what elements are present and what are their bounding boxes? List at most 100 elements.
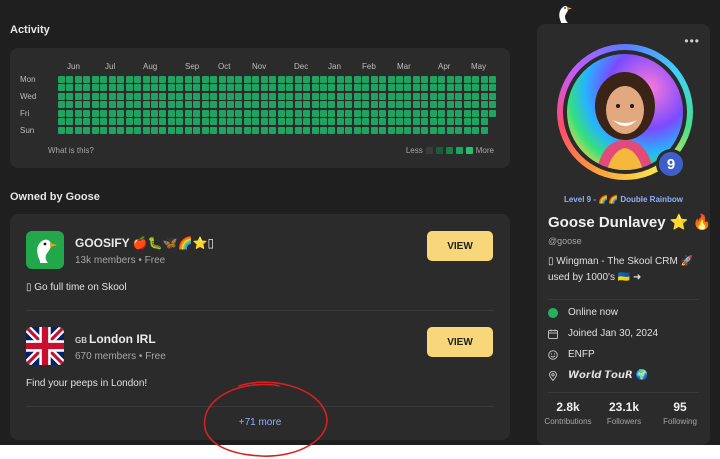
- activity-cell[interactable]: [303, 76, 311, 83]
- activity-cell[interactable]: [83, 84, 91, 92]
- activity-cell[interactable]: [345, 76, 353, 83]
- activity-cell[interactable]: [404, 76, 412, 83]
- activity-cell[interactable]: [319, 126, 327, 134]
- activity-cell[interactable]: [252, 126, 260, 134]
- activity-cell[interactable]: [252, 92, 260, 100]
- activity-cell[interactable]: [252, 101, 260, 109]
- activity-cell[interactable]: [438, 118, 446, 126]
- activity-cell[interactable]: [243, 84, 251, 92]
- activity-cell[interactable]: [218, 101, 226, 109]
- activity-cell[interactable]: [480, 109, 488, 117]
- activity-cell[interactable]: [438, 109, 446, 117]
- activity-cell[interactable]: [455, 109, 463, 117]
- activity-cell[interactable]: [150, 84, 158, 92]
- activity-cell[interactable]: [429, 109, 437, 117]
- activity-cell[interactable]: [83, 76, 91, 83]
- activity-cell[interactable]: [421, 76, 429, 83]
- activity-cell[interactable]: [150, 76, 158, 83]
- activity-cell[interactable]: [260, 109, 268, 117]
- group-name[interactable]: GOOSIFY 🍎🐛🦋🌈⭐▯: [75, 236, 214, 250]
- activity-cell[interactable]: [455, 92, 463, 100]
- activity-cell[interactable]: [227, 84, 234, 92]
- activity-cell[interactable]: [446, 76, 454, 83]
- activity-cell[interactable]: [184, 101, 192, 109]
- activity-cell[interactable]: [379, 126, 387, 134]
- activity-cell[interactable]: [370, 101, 378, 109]
- activity-cell[interactable]: [319, 84, 327, 92]
- activity-cell[interactable]: [429, 76, 437, 83]
- activity-cell[interactable]: [66, 92, 74, 100]
- activity-cell[interactable]: [83, 126, 91, 134]
- activity-cell[interactable]: [227, 118, 234, 126]
- activity-cell[interactable]: [176, 76, 184, 83]
- activity-cell[interactable]: [235, 76, 243, 83]
- activity-cell[interactable]: [488, 101, 496, 109]
- activity-cell[interactable]: [117, 76, 125, 83]
- activity-cell[interactable]: [125, 109, 133, 117]
- activity-cell[interactable]: [472, 84, 480, 92]
- activity-cell[interactable]: [362, 84, 370, 92]
- activity-cell[interactable]: [243, 109, 251, 117]
- activity-cell[interactable]: [412, 118, 420, 126]
- activity-cell[interactable]: [286, 92, 294, 100]
- activity-cell[interactable]: [294, 76, 302, 83]
- activity-cell[interactable]: [235, 126, 243, 134]
- activity-cell[interactable]: [58, 92, 65, 100]
- activity-cell[interactable]: [362, 126, 370, 134]
- activity-cell[interactable]: [336, 84, 344, 92]
- activity-cell[interactable]: [412, 101, 420, 109]
- activity-cell[interactable]: [429, 126, 437, 134]
- activity-cell[interactable]: [353, 109, 361, 117]
- stat-followers[interactable]: 23.1k Followers: [596, 400, 652, 426]
- activity-cell[interactable]: [387, 118, 395, 126]
- activity-cell[interactable]: [379, 118, 387, 126]
- activity-cell[interactable]: [125, 118, 133, 126]
- activity-cell[interactable]: [125, 84, 133, 92]
- activity-cell[interactable]: [74, 126, 82, 134]
- activity-cell[interactable]: [379, 109, 387, 117]
- activity-cell[interactable]: [303, 118, 311, 126]
- activity-cell[interactable]: [294, 84, 302, 92]
- activity-cell[interactable]: [277, 109, 285, 117]
- activity-cell[interactable]: [142, 109, 150, 117]
- activity-cell[interactable]: [227, 109, 234, 117]
- activity-cell[interactable]: [176, 92, 184, 100]
- activity-cell[interactable]: [91, 126, 99, 134]
- activity-cell[interactable]: [438, 76, 446, 83]
- activity-cell[interactable]: [319, 109, 327, 117]
- activity-cell[interactable]: [379, 84, 387, 92]
- activity-cell[interactable]: [210, 101, 218, 109]
- activity-cell[interactable]: [134, 109, 142, 117]
- activity-cell[interactable]: [201, 92, 209, 100]
- activity-cell[interactable]: [412, 76, 420, 83]
- activity-cell[interactable]: [396, 84, 403, 92]
- activity-cell[interactable]: [345, 92, 353, 100]
- activity-cell[interactable]: [74, 76, 82, 83]
- activity-cell[interactable]: [286, 84, 294, 92]
- activity-cell[interactable]: [201, 109, 209, 117]
- activity-cell[interactable]: [210, 84, 218, 92]
- activity-cell[interactable]: [463, 126, 471, 134]
- activity-cell[interactable]: [463, 109, 471, 117]
- activity-cell[interactable]: [227, 76, 234, 83]
- activity-cell[interactable]: [345, 84, 353, 92]
- activity-cell[interactable]: [235, 101, 243, 109]
- activity-cell[interactable]: [429, 101, 437, 109]
- activity-cell[interactable]: [117, 118, 125, 126]
- activity-cell[interactable]: [319, 101, 327, 109]
- activity-cell[interactable]: [269, 101, 277, 109]
- activity-cell[interactable]: [150, 109, 158, 117]
- activity-cell[interactable]: [74, 118, 82, 126]
- activity-cell[interactable]: [100, 84, 108, 92]
- activity-cell[interactable]: [184, 76, 192, 83]
- activity-cell[interactable]: [345, 118, 353, 126]
- activity-cell[interactable]: [100, 92, 108, 100]
- activity-cell[interactable]: [66, 76, 74, 83]
- activity-cell[interactable]: [353, 92, 361, 100]
- activity-cell[interactable]: [362, 92, 370, 100]
- activity-cell[interactable]: [117, 126, 125, 134]
- activity-cell[interactable]: [345, 109, 353, 117]
- activity-cell[interactable]: [463, 101, 471, 109]
- more-options-icon[interactable]: •••: [684, 34, 700, 48]
- activity-cell[interactable]: [294, 101, 302, 109]
